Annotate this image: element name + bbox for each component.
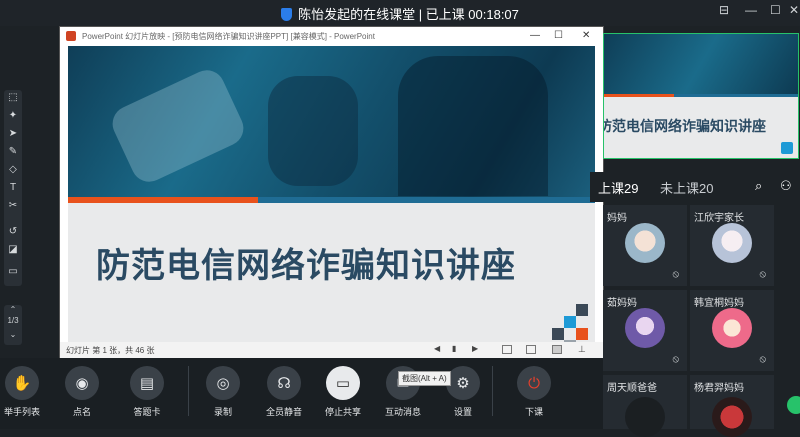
decor-square (576, 304, 588, 316)
powerpoint-titlebar: PowerPoint 幻灯片放映 - [预防电信网络诈骗知识讲座PPT] [兼容… (60, 27, 603, 45)
divider (492, 366, 493, 416)
decor-square (576, 328, 588, 340)
undo-icon[interactable]: ↺ (7, 226, 19, 238)
hand-icon: ✋ (5, 366, 39, 400)
avatar (625, 308, 665, 348)
avatar (712, 223, 752, 263)
record-icon: ◎ (206, 366, 240, 400)
ppt-minimize-icon[interactable]: — (530, 30, 540, 41)
slide-blue-stripe (258, 197, 595, 203)
ppt-close-icon[interactable]: ✕ (582, 30, 590, 41)
mic-muted-icon: ⦸ (672, 354, 679, 365)
answer-card-button[interactable]: ▤ 答题卡 (117, 366, 177, 418)
stop-share-button[interactable]: ▭ 停止共享 (313, 366, 373, 418)
student-card[interactable]: 茹妈妈 ⦸ (603, 290, 687, 371)
divider (188, 366, 189, 416)
shapes-icon[interactable]: ◇ (7, 164, 19, 176)
slideshow-icon[interactable]: ⊥ (578, 344, 586, 355)
powerpoint-window-title: PowerPoint 幻灯片放映 - [预防电信网络诈骗知识讲座PPT] [兼容… (82, 32, 375, 41)
clear-icon[interactable]: ▭ (7, 266, 19, 278)
thumb-blue-stripe (674, 94, 798, 97)
slide-canvas: 防范电信网络诈骗知识讲座 (68, 46, 595, 359)
powerpoint-window: PowerPoint 幻灯片放映 - [预防电信网络诈骗知识讲座PPT] [兼容… (60, 27, 603, 359)
mic-muted-icon: ⦸ (759, 354, 766, 365)
laser-pointer-icon[interactable]: ✦ (7, 110, 19, 122)
avatar (712, 308, 752, 348)
slide-sorter-icon[interactable] (526, 345, 536, 354)
mic-muted-icon: ⦸ (672, 269, 679, 280)
slide-headline: 防范电信网络诈骗知识讲座 (96, 247, 516, 285)
status-indicator[interactable] (787, 396, 800, 414)
raise-hand-list-button[interactable]: ✋ 举手列表 (0, 366, 52, 418)
prev-slide-icon[interactable]: ◀ (434, 344, 440, 353)
decor-square (552, 328, 564, 340)
page-pager: ⌃ 1/3 ⌄ (4, 305, 22, 345)
page-indicator: 1/3 (7, 316, 19, 325)
roll-call-button[interactable]: ◉ 点名 (52, 366, 112, 418)
student-name: 江欣宇家长 (694, 213, 744, 224)
decor-square (564, 316, 576, 328)
student-name: 茹妈妈 (607, 298, 637, 309)
student-name: 杨君羿妈妈 (694, 383, 744, 394)
tab-attended[interactable]: 上课29 (598, 178, 638, 197)
screenshot-tooltip: 截图(Alt + A) (398, 371, 451, 386)
pen-icon[interactable]: ✎ (7, 146, 19, 158)
scissors-icon[interactable]: ✂ (7, 200, 19, 212)
thumb-orange-stripe (604, 94, 674, 97)
cursor-icon[interactable]: ➤ (7, 128, 19, 140)
powerpoint-statusbar: 幻灯片 第 1 张，共 46 张 ◀ ▮ ▶ ⊥ (60, 342, 603, 358)
student-name: 妈妈 (607, 213, 627, 224)
search-icon[interactable]: ⌕ (755, 178, 762, 194)
pin-icon[interactable]: ⊟ (719, 3, 729, 17)
avatar (625, 223, 665, 263)
mute-all-icon: ☊ (267, 366, 301, 400)
teacher-video-thumbnail[interactable]: 防范电信网络诈骗知识讲座 (603, 33, 799, 159)
eraser-icon[interactable]: ◪ (7, 244, 19, 256)
class-title: 陈怡发起的在线课堂 | 已上课 00:18:07 (0, 4, 800, 23)
avatar (625, 397, 665, 437)
minimize-icon[interactable]: — (745, 3, 757, 17)
student-card[interactable]: 韩宜桐妈妈 ⦸ (690, 290, 774, 371)
thumb-photo (604, 34, 798, 94)
add-user-icon[interactable]: ⚇ (780, 178, 792, 194)
notes-icon[interactable]: ▮ (452, 344, 456, 353)
mute-all-button[interactable]: ☊ 全员静音 (254, 366, 314, 418)
roll-call-icon: ◉ (65, 366, 99, 400)
reading-view-icon[interactable] (552, 345, 562, 354)
ppt-maximize-icon[interactable]: ☐ (554, 30, 563, 41)
student-card[interactable]: 周天顺爸爸 (603, 375, 687, 437)
mic-muted-icon: ⦸ (759, 269, 766, 280)
window-titlebar: 陈怡发起的在线课堂 | 已上课 00:18:07 ⊟ — ☐ ✕ (0, 0, 800, 26)
normal-view-icon[interactable] (502, 345, 512, 354)
student-card[interactable]: 杨君羿妈妈 (690, 375, 774, 437)
screen-share-icon (781, 142, 793, 154)
slide-photo (68, 46, 595, 197)
avatar (712, 397, 752, 437)
text-icon[interactable]: T (7, 182, 19, 194)
tab-absent[interactable]: 未上课20 (660, 178, 713, 197)
attendance-tabs: 上课29 未上课20 ⌕ ⚇ (590, 172, 800, 202)
page-down-icon[interactable]: ⌄ (4, 330, 22, 339)
close-icon[interactable]: ✕ (789, 3, 799, 17)
gear-icon: ⚙ (446, 366, 480, 400)
stop-share-icon: ▭ (326, 366, 360, 400)
answer-card-icon: ▤ (130, 366, 164, 400)
slide-counter: 幻灯片 第 1 张，共 46 张 (66, 346, 155, 355)
powerpoint-icon (66, 31, 76, 41)
shield-icon (281, 8, 293, 21)
student-name: 韩宜桐妈妈 (694, 298, 744, 309)
student-card[interactable]: 江欣宇家长 ⦸ (690, 205, 774, 286)
next-slide-icon[interactable]: ▶ (472, 344, 478, 353)
page-up-icon[interactable]: ⌃ (4, 305, 22, 316)
maximize-icon[interactable]: ☐ (770, 3, 781, 17)
end-class-button[interactable]: ⏻ 下课 (504, 366, 564, 418)
select-icon[interactable]: ⬚ (7, 92, 19, 104)
record-button[interactable]: ◎ 录制 (193, 366, 253, 418)
student-card[interactable]: 妈妈 ⦸ (603, 205, 687, 286)
student-name: 周天顺爸爸 (607, 383, 657, 394)
thumb-headline: 防范电信网络诈骗知识讲座 (603, 118, 766, 134)
drawing-toolbar: ⬚ ✦ ➤ ✎ ◇ T ✂ ↺ ◪ ▭ (4, 90, 22, 286)
power-icon: ⏻ (517, 366, 551, 400)
slide-orange-stripe (68, 197, 258, 203)
